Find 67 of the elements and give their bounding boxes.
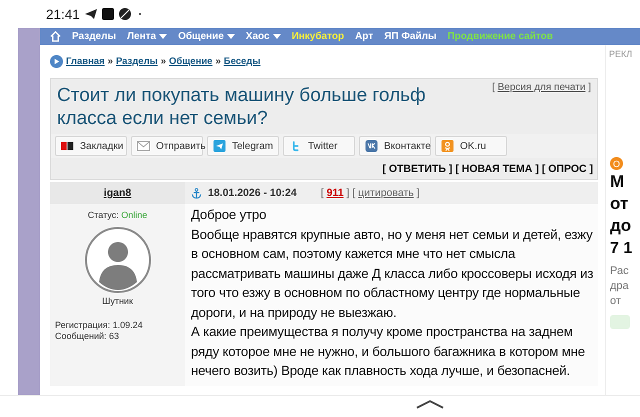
post-date: 18.01.2026 - 10:24 [208,187,297,199]
post-text: А какие преимущества я получу кроме пространства на заднем ряду которое мне не нужно, и большого багажника в котором мне нечего возить) Вроде как плавность хода лучше, и безопасней. [191,323,586,380]
home-icon[interactable] [50,31,61,42]
clock-time: 21:41 [46,6,80,22]
topic-action-link[interactable]: [ ОПРОС ] [542,163,593,175]
breadcrumb-separator: » [108,56,113,67]
breadcrumb-separator: » [215,56,221,67]
breadcrumb-separator: » [160,56,166,67]
ad-badge: О [610,157,623,170]
topic-title: Стоит ли покупать машину больше гольф класса если нет семьи? [57,84,427,130]
bracket: ] [588,82,591,93]
square-icon [102,8,114,20]
ad-heading: от [610,193,630,214]
share-button[interactable]: Вконтакте [359,136,431,156]
author-link[interactable]: igan8 [104,187,132,199]
nav-link[interactable]: Общение [178,31,235,42]
registration-date: Регистрация: 1.09.24 [55,320,143,331]
circle-slash-icon [118,8,131,20]
ad-text: от [610,294,622,308]
share-button[interactable]: Twitter [283,136,355,156]
nav-link[interactable]: ЯП Файлы [384,31,436,42]
share-button[interactable]: Telegram [207,136,279,156]
share-button[interactable]: Закладки [55,136,127,156]
nav-link[interactable]: Разделы [72,31,116,42]
ad-price: 7 1 [610,240,634,258]
caret-icon [159,34,168,39]
bracket: ] [346,187,350,199]
share-button[interactable]: OK.ru [435,136,507,156]
bracket: [ [320,187,324,199]
vk-icon [365,140,378,152]
breadcrumb-link[interactable]: Общение [169,56,212,67]
nav-link[interactable]: Арт [355,31,374,42]
user-rank: Шутник [102,296,133,306]
ad-label: РЕКЛ [608,48,634,61]
caret-icon [272,34,281,39]
post-number-link[interactable]: 911 [326,187,344,199]
breadcrumb-link[interactable]: Беседы [224,56,260,67]
caret-icon [226,34,235,39]
bracket: [ [492,82,495,93]
anchor-icon [191,188,202,198]
nav-link[interactable]: Хаос [246,31,281,42]
logo-icon [61,140,74,152]
topic-action-link[interactable]: [ НОВАЯ ТЕМА ] [455,163,539,175]
user-status: Статус: Online [88,210,148,220]
avatar-silhouette [84,227,150,293]
ad-text: дра [610,279,630,293]
paper-plane-icon [213,140,226,152]
bracket: [ [352,187,356,199]
print-version-link[interactable]: Версия для печати [498,82,586,93]
post-text: Вообще нравятся крупные авто, но у меня нет семьи и детей, езжу в основном сам, поэтому кажется мне что нет смысла рассматривать машины даже Д класса либо кроссоверы исходя из того что езжу в основном по областному центру где нормальные дороги, и на природу не выезжаю. [191,226,594,322]
envelope-icon [137,140,150,152]
bracket: ] [416,187,420,199]
chevron-up-icon[interactable] [416,399,444,409]
play-icon [50,55,63,68]
post-text: Доброе утро [191,206,268,224]
breadcrumb-link[interactable]: Главная [66,56,105,67]
ad-heading: М [610,171,626,192]
breadcrumb-link[interactable]: Разделы [116,56,158,67]
message-count: Сообщений: 63 [55,331,120,342]
nav-link[interactable]: Лента [127,31,168,42]
ad-text: Рас [610,264,630,278]
quote-link[interactable]: цитировать [358,187,414,199]
share-button[interactable]: Отправить [131,136,203,156]
paper-plane-icon [84,8,97,20]
topic-action-link[interactable]: [ ОТВЕТИТЬ ] [382,163,452,175]
ad-heading: до [610,215,632,236]
ok-icon [441,140,454,152]
